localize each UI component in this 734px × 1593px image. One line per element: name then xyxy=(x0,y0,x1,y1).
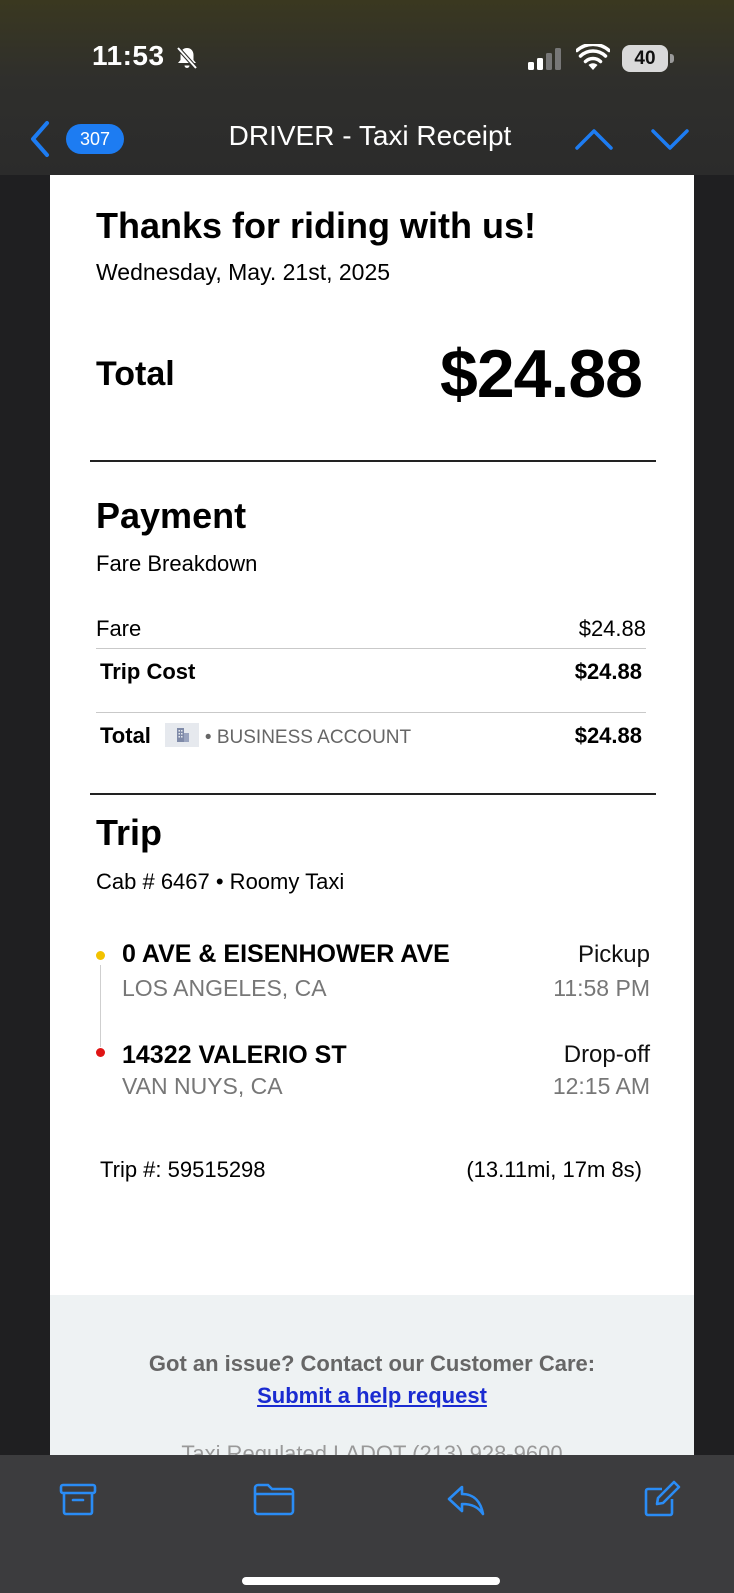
next-message-icon[interactable] xyxy=(650,124,690,154)
back-chevron-icon[interactable] xyxy=(28,120,52,158)
status-bar: 11:53 40 xyxy=(0,0,734,100)
pickup-time: 11:58 PM xyxy=(553,975,650,1001)
building-icon xyxy=(164,723,199,748)
pickup-street: 0 AVE & EISENHOWER AVE xyxy=(122,940,450,968)
business-account-label: • BUSINESS ACCOUNT xyxy=(204,727,412,748)
trip-cost-value: $24.88 xyxy=(574,659,642,684)
trip-number: Trip #: 59515298 xyxy=(100,1157,266,1182)
customer-care-text: Got an issue? Contact our Customer Care: xyxy=(148,1351,596,1376)
ride-date: Wednesday, May. 21st, 2025 xyxy=(96,259,391,285)
total-amount: $24.88 xyxy=(440,336,643,412)
home-indicator[interactable] xyxy=(242,1577,500,1585)
cellular-signal-icon xyxy=(528,48,568,70)
dropoff-city: VAN NUYS, CA xyxy=(122,1073,283,1099)
fare-label: Fare xyxy=(96,616,142,641)
payment-heading: Payment xyxy=(96,495,247,536)
battery-icon: 40 xyxy=(622,45,674,72)
dropoff-dot-icon xyxy=(96,1048,105,1057)
support-footer: Got an issue? Contact our Customer Care:… xyxy=(50,1295,694,1455)
silent-mode-icon xyxy=(174,45,200,71)
pickup-label: Pickup xyxy=(577,941,650,968)
help-request-link[interactable]: Submit a help request xyxy=(50,1383,694,1409)
fare-breakdown-label: Fare Breakdown xyxy=(96,551,258,576)
trip-distance-duration: (13.11mi, 17m 8s) xyxy=(466,1157,642,1182)
pickup-dot-icon xyxy=(96,951,105,960)
top-bar: 11:53 40 307 DRIVER - Taxi Receipt xyxy=(0,0,734,175)
unread-count-badge[interactable]: 307 xyxy=(66,124,124,154)
previous-message-icon[interactable] xyxy=(574,124,614,154)
trip-cost-label: Trip Cost xyxy=(100,659,196,684)
mail-nav-bar: 307 DRIVER - Taxi Receipt xyxy=(0,110,734,170)
trip-heading: Trip xyxy=(96,812,163,853)
dropoff-time: 12:15 AM xyxy=(552,1073,650,1099)
bottom-toolbar xyxy=(0,1455,734,1593)
total-label: Total xyxy=(96,355,175,393)
fare-value: $24.88 xyxy=(578,616,646,641)
receipt-email-body: Thanks for riding with us! Wednesday, Ma… xyxy=(50,175,694,1455)
route-line xyxy=(100,965,101,1047)
archive-icon[interactable] xyxy=(58,1479,98,1519)
status-time: 11:53 xyxy=(92,40,165,71)
greeting-heading: Thanks for riding with us! xyxy=(96,205,536,246)
payment-total-value: $24.88 xyxy=(574,723,642,748)
folder-icon[interactable] xyxy=(252,1479,296,1519)
section-divider xyxy=(90,460,656,462)
cab-info: Cab # 6467 • Roomy Taxi xyxy=(96,869,345,894)
compose-icon[interactable] xyxy=(642,1479,682,1519)
section-divider xyxy=(90,793,656,795)
message-subject-title: DRIVER - Taxi Receipt xyxy=(228,120,512,151)
battery-level: 40 xyxy=(622,45,668,72)
regulatory-text: Taxi Regulated LADOT (213) 928-9600 xyxy=(181,1441,563,1455)
dropoff-street: 14322 VALERIO ST xyxy=(122,1041,347,1069)
pickup-city: LOS ANGELES, CA xyxy=(122,975,327,1001)
row-divider xyxy=(96,712,646,713)
row-divider xyxy=(96,648,646,649)
reply-icon[interactable] xyxy=(446,1479,486,1519)
dropoff-label: Drop-off xyxy=(563,1041,650,1068)
payment-total-label: Total xyxy=(100,723,151,748)
wifi-icon xyxy=(576,44,610,72)
